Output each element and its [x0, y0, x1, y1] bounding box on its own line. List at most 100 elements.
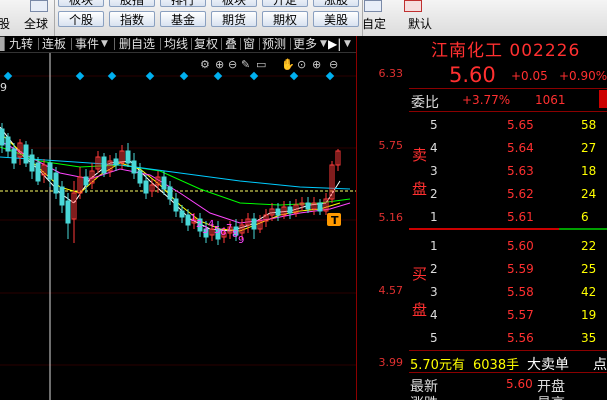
panel-icon[interactable]: ▭ [256, 58, 266, 71]
candle-body[interactable] [47, 162, 53, 180]
hand-icon[interactable]: ✋ [281, 58, 295, 71]
toolbar-top-button-4[interactable]: 板块 [211, 0, 257, 7]
event-badge-label: T [331, 214, 339, 227]
big-order-label[interactable]: 大卖单 [527, 354, 569, 374]
book-volume: 27 [581, 141, 597, 155]
stock-button[interactable]: 个股 [58, 11, 104, 27]
candle-body[interactable] [167, 186, 173, 200]
event-marker-diamond[interactable] [3, 71, 13, 81]
toolbar-edge-icon[interactable]: ▌ [0, 36, 9, 52]
options-button[interactable]: 期权 [262, 11, 308, 27]
event-marker-diamond[interactable] [213, 71, 223, 81]
remove-watchlist-button[interactable]: 删自选 [119, 36, 155, 52]
fund-button[interactable]: 基金 [160, 11, 206, 27]
candlesticks[interactable] [0, 123, 341, 245]
event-marker-diamond[interactable] [289, 71, 299, 81]
candle-body[interactable] [83, 176, 89, 186]
book-ratio-bar-sell [409, 228, 559, 230]
add-icon[interactable]: ⊕ [312, 58, 321, 71]
candle-body[interactable] [53, 172, 59, 194]
candle-body[interactable] [317, 202, 323, 212]
more-button[interactable]: 更多 [293, 36, 317, 52]
candle-body[interactable] [173, 198, 179, 212]
candle-body[interactable] [23, 144, 29, 164]
index-button[interactable]: 指数 [109, 11, 155, 27]
candle-body[interactable] [251, 218, 257, 230]
us-stock-button[interactable]: 美股 [313, 11, 359, 27]
more-dropdown-icon[interactable]: ▼ [320, 36, 327, 52]
remove-icon[interactable]: ⊖ [329, 58, 338, 71]
futures-button[interactable]: 期货 [211, 11, 257, 27]
candle-body[interactable] [275, 208, 281, 216]
candle-body[interactable] [11, 148, 17, 164]
moving-average-button[interactable]: 均线 [164, 36, 188, 52]
event-marker-diamond[interactable] [75, 71, 85, 81]
edit-icon[interactable] [364, 0, 382, 12]
candle-body[interactable] [35, 162, 41, 182]
candle-body[interactable] [143, 180, 149, 194]
book-volume: 42 [581, 285, 597, 299]
adjust-button[interactable]: 复权 [194, 36, 218, 52]
candle-body[interactable] [305, 202, 311, 210]
custom-button[interactable]: 自定 [362, 15, 386, 32]
candle-body[interactable] [29, 154, 35, 172]
book-volume: 18 [581, 164, 597, 178]
y-tick-label: 6.33 [378, 67, 404, 80]
toolbar-top-button-1[interactable]: 板块 [58, 0, 104, 7]
candle-body[interactable] [131, 160, 137, 174]
event-marker-diamond[interactable] [249, 71, 259, 81]
event-dropdown-icon[interactable]: ▼ [101, 36, 108, 52]
toolbar-top-button-2[interactable]: 股指 [109, 0, 155, 7]
panel-dropdown-icon[interactable]: ▼ [344, 36, 351, 52]
default-layout-icon[interactable] [404, 0, 422, 12]
toolbar-top-button-3[interactable]: 排行 [160, 0, 206, 7]
candle-body[interactable] [101, 156, 107, 174]
candle-body[interactable] [137, 170, 143, 184]
overlay-button[interactable]: 叠 [225, 36, 237, 52]
zoom-in-icon[interactable]: ⊕ [215, 58, 224, 71]
toolbar-divider [54, 0, 55, 36]
candle-body[interactable] [59, 186, 65, 206]
global-label[interactable]: 全球 [24, 15, 48, 32]
sell-label-1: 卖 [412, 146, 428, 164]
zoom-out-icon[interactable]: ⊖ [228, 58, 237, 71]
zoom-icon[interactable]: ⊙ [297, 58, 306, 71]
candle-body[interactable] [113, 158, 119, 166]
book-price: 5.64 [507, 141, 534, 155]
limit-board-button[interactable]: 连板 [42, 36, 66, 52]
global-market-group[interactable]: 股 全球 [0, 0, 52, 36]
forecast-button[interactable]: 预测 [262, 36, 286, 52]
event-marker-diamond[interactable] [325, 71, 335, 81]
candle-body[interactable] [0, 128, 5, 146]
draw-icon[interactable]: ✎ [241, 58, 250, 71]
event-button[interactable]: 事件 [75, 36, 99, 52]
sell-label-2: 盘 [412, 180, 428, 198]
nine-turn-button[interactable]: 九转 [9, 36, 33, 52]
event-marker-diamond[interactable] [145, 71, 155, 81]
window-button[interactable]: 窗 [243, 36, 255, 52]
book-price: 5.65 [507, 118, 534, 132]
divider [409, 350, 607, 351]
chart-toolbar: ▌ 九转 连板 事件 ▼ 删自选 均线 复权 叠 窗 预测 更多 ▼ ▶| ▼ [0, 36, 356, 53]
candle-body[interactable] [287, 206, 293, 214]
candle-body[interactable] [161, 176, 167, 190]
chart-tools[interactable]: ⚙ ⊕ ⊖ ✎ ▭ ✋ ⊙ ⊕ ⊖ [200, 58, 338, 71]
book-level: 3 [430, 164, 438, 178]
event-marker-diamond[interactable] [107, 71, 117, 81]
candle-body[interactable] [65, 200, 71, 224]
candle-body[interactable] [5, 136, 11, 152]
candle-body[interactable] [179, 210, 185, 218]
top-toolbar: 股 全球 板块 股指 排行 板块 开定 涨股 个股 指数 基金 期货 期权 美股… [0, 0, 607, 37]
kline-chart[interactable]: 12345 6 789 9 ⚙ ⊕ ⊖ ✎ ▭ ✋ ⊙ ⊕ ⊖ T [0, 53, 356, 400]
settings-icon[interactable]: ⚙ [200, 58, 210, 71]
toolbar-top-button-5[interactable]: 开定 [262, 0, 308, 7]
candle-body[interactable] [125, 150, 131, 164]
event-marker-diamond[interactable] [179, 71, 189, 81]
toolbar-separator [290, 38, 291, 50]
default-button[interactable]: 默认 [408, 15, 432, 32]
sidebar-toggle-icon[interactable]: ▶| [328, 36, 341, 52]
bottom-partial-label-2: 最高 [537, 393, 565, 400]
y-tick-label: 4.57 [378, 284, 404, 297]
toolbar-separator [191, 38, 192, 50]
toolbar-top-button-6[interactable]: 涨股 [313, 0, 359, 7]
